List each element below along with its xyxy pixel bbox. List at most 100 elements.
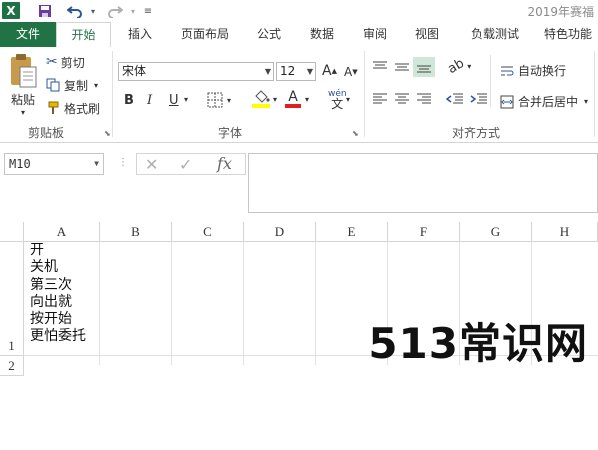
column-header-b[interactable]: B [100, 222, 172, 242]
increase-indent-button[interactable] [470, 92, 488, 106]
align-middle-button[interactable] [394, 60, 410, 74]
increase-indent-icon [470, 93, 487, 104]
tab-formulas[interactable]: 公式 [248, 22, 290, 47]
chevron-down-icon: ▼ [94, 159, 99, 168]
paste-dropdown-icon: ▾ [20, 108, 25, 117]
clipboard-launcher-icon[interactable]: ⬊ [104, 129, 111, 138]
font-size-select[interactable]: 12 ▼ [276, 62, 316, 81]
column-header-c[interactable]: C [172, 222, 244, 242]
decrease-indent-icon [446, 93, 463, 104]
font-color-dropdown-icon[interactable]: ▾ [305, 95, 309, 104]
copy-button[interactable]: 复制 ▾ [46, 76, 98, 94]
undo-icon[interactable] [64, 2, 86, 20]
align-left-icon [373, 93, 387, 104]
formula-input[interactable] [248, 153, 598, 213]
align-top-button[interactable] [372, 60, 388, 74]
italic-button[interactable]: I [147, 93, 152, 108]
format-painter-icon [48, 101, 59, 114]
font-launcher-icon[interactable]: ⬊ [352, 129, 359, 138]
paste-button[interactable]: 粘贴 ▾ [6, 53, 40, 119]
align-top-icon [373, 61, 387, 69]
undo-dropdown-icon[interactable]: ▾ [88, 2, 98, 20]
name-box-value: M10 [9, 157, 31, 171]
phonetic-dropdown-icon[interactable]: ▾ [346, 95, 350, 104]
merge-center-button[interactable]: 合并后居中 ▾ [500, 93, 588, 110]
align-right-icon [417, 93, 431, 104]
cell-a1-line: 向出就 [30, 293, 72, 310]
save-icon[interactable] [36, 2, 54, 20]
format-painter-button[interactable]: 格式刷 [46, 99, 100, 117]
paste-label: 粘贴 [10, 93, 35, 107]
decrease-indent-button[interactable] [446, 92, 464, 106]
tab-file[interactable]: 文件 [0, 22, 56, 47]
tab-view[interactable]: 视图 [406, 22, 448, 47]
enter-check-icon[interactable]: ✓ [179, 155, 192, 174]
borders-dropdown-icon: ▾ [227, 95, 232, 105]
customize-qat-icon[interactable]: ≡ [142, 2, 154, 20]
row-header-2[interactable]: 2 [0, 356, 24, 376]
borders-button[interactable]: ▾ [207, 92, 231, 108]
align-middle-icon [395, 63, 409, 71]
align-center-button[interactable] [394, 93, 410, 105]
cell-a1[interactable]: 开 关机 第三次 向出就 按开始 更怕委托 [30, 242, 86, 346]
orientation-button[interactable]: ab ▾ [445, 56, 472, 77]
font-name-select[interactable]: 宋体 ▼ [118, 62, 274, 81]
cell-a1-line: 关机 [30, 259, 58, 276]
align-right-button[interactable] [416, 93, 432, 105]
chevron-down-icon: ▼ [306, 67, 313, 76]
scissors-icon: ✂ [46, 54, 58, 70]
tab-home[interactable]: 开始 [56, 22, 111, 48]
cell-a1-line: 更怕委托 [30, 328, 86, 345]
format-painter-label: 格式刷 [64, 101, 101, 116]
wrap-text-button[interactable]: 自动换行 [500, 62, 566, 79]
column-header-d[interactable]: D [244, 222, 316, 242]
tab-data[interactable]: 数据 [300, 22, 344, 47]
merge-dropdown-icon: ▾ [584, 97, 589, 106]
group-divider [594, 51, 595, 137]
align-bottom-button[interactable] [413, 57, 435, 77]
column-header-g[interactable]: G [460, 222, 532, 242]
insert-function-icon[interactable]: fx [217, 154, 232, 173]
tab-review[interactable]: 审阅 [354, 22, 396, 47]
tab-page-layout[interactable]: 页面布局 [172, 22, 238, 47]
group-divider [112, 51, 113, 137]
shrink-font-icon[interactable]: A ▼ [344, 65, 358, 79]
align-left-button[interactable] [372, 93, 388, 105]
watermark: 513常识网 [368, 319, 588, 368]
paint-bucket-icon [255, 90, 270, 103]
row-header-1[interactable]: 1 [0, 242, 24, 356]
copy-label: 复制 [64, 78, 89, 93]
title-bar: X ▾ ▾ ≡ 2019年赛福 [0, 0, 598, 22]
fill-color-dropdown-icon[interactable]: ▾ [273, 95, 277, 104]
cut-button[interactable]: ✂ 剪切 [46, 53, 85, 71]
copy-icon [46, 78, 60, 92]
column-header-a[interactable]: A [24, 222, 100, 242]
column-header-e[interactable]: E [316, 222, 388, 242]
tab-load-test[interactable]: 负载测试 [462, 22, 528, 47]
excel-logo-icon: X [2, 2, 20, 19]
bold-button[interactable]: B [124, 93, 134, 108]
redo-dropdown-icon[interactable]: ▾ [128, 2, 138, 20]
copy-dropdown-icon: ▾ [94, 80, 99, 90]
ribbon-tabs: 文件 开始 插入 页面布局 公式 数据 审阅 视图 负载测试 特色功能 [0, 22, 598, 48]
fill-color-swatch [252, 104, 270, 108]
tab-insert[interactable]: 插入 [118, 22, 162, 47]
fill-color-button[interactable] [252, 90, 270, 108]
phonetic-button[interactable]: wén 文 [328, 89, 347, 110]
orientation-dropdown-icon: ▾ [467, 62, 472, 71]
column-header-h[interactable]: H [532, 222, 598, 242]
tab-special-features[interactable]: 特色功能 [538, 22, 598, 47]
column-header-f[interactable]: F [388, 222, 460, 242]
ribbon: 粘贴 ▾ ✂ 剪切 复制 ▾ 格式刷 剪贴板 ⬊ 宋体 ▼ 12 ▼ A ▲ A ▼… [0, 47, 598, 143]
group-divider [490, 55, 491, 107]
underline-button[interactable]: U [169, 93, 179, 108]
grow-font-icon[interactable]: A ▲ [322, 63, 337, 79]
chevron-down-icon: ▼ [264, 67, 271, 76]
name-box[interactable]: M10 ▼ [4, 153, 104, 175]
font-color-swatch [285, 104, 301, 108]
select-all-corner[interactable] [0, 222, 24, 242]
cancel-icon[interactable]: ✕ [145, 155, 158, 174]
underline-dropdown-icon[interactable]: ▾ [184, 95, 188, 104]
redo-icon[interactable] [104, 2, 126, 20]
font-color-button[interactable]: A [285, 90, 301, 108]
